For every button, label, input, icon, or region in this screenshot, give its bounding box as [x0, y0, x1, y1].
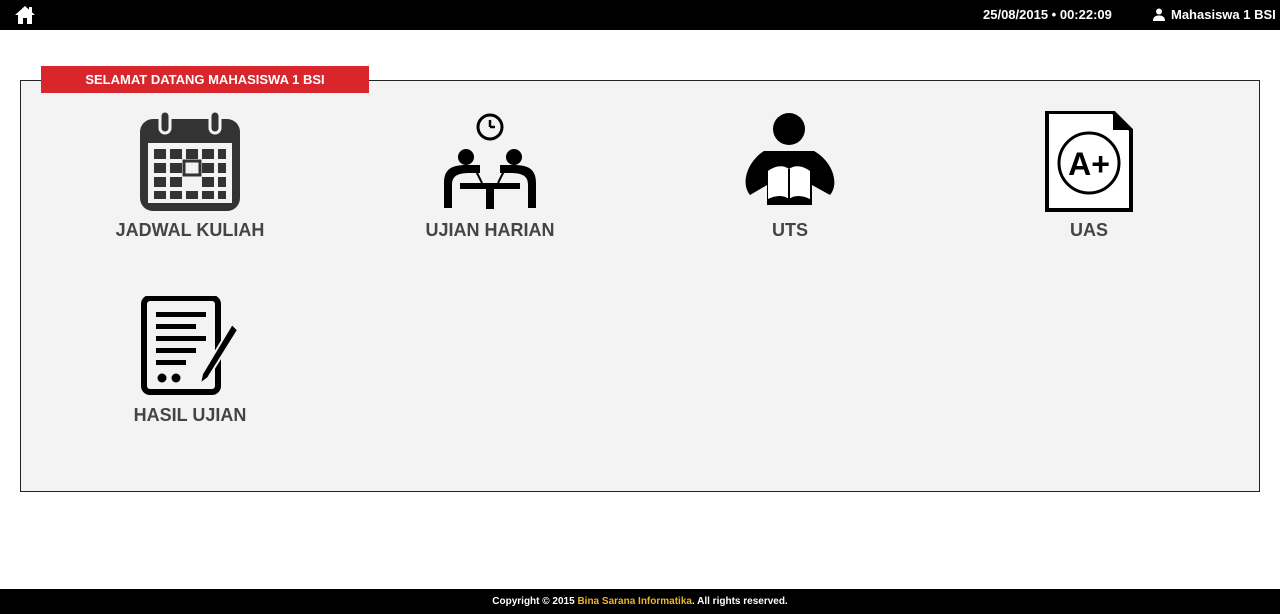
datetime-display: 25/08/2015 • 00:22:09: [983, 7, 1112, 22]
menu-item-hasil-ujian[interactable]: HASIL UJIAN: [90, 296, 290, 446]
grade-a-plus-icon: A+: [1045, 111, 1133, 212]
menu-item-ujian-harian[interactable]: UJIAN HARIAN: [390, 111, 590, 261]
user-menu[interactable]: Mahasiswa 1 BSI: [1151, 7, 1276, 23]
footer: Copyright © 2015 Bina Sarana Informatika…: [0, 589, 1280, 614]
reading-person-icon: [745, 113, 835, 205]
home-icon[interactable]: [14, 5, 36, 25]
user-name: Mahasiswa 1 BSI: [1171, 7, 1276, 22]
svg-text:A+: A+: [1068, 146, 1110, 182]
menu-item-jadwal-kuliah[interactable]: JADWAL KULIAH: [90, 111, 290, 261]
menu-label: UTS: [772, 220, 808, 240]
panel-title: SELAMAT DATANG MAHASISWA 1 BSI: [41, 66, 369, 93]
copyright-prefix: Copyright © 2015: [492, 596, 578, 607]
menu-label: UAS: [1069, 220, 1108, 240]
user-icon: [1153, 8, 1165, 21]
brand-link[interactable]: Bina Sarana Informatika: [577, 596, 691, 607]
copyright-suffix: . All rights reserved.: [691, 596, 788, 607]
menu-label: HASIL UJIAN: [133, 405, 247, 425]
menu-label: JADWAL KULIAH: [115, 220, 265, 240]
meeting-clock-icon: [444, 113, 536, 209]
document-pen-icon: [141, 296, 240, 395]
calendar-icon: [140, 111, 240, 211]
menu-item-uts[interactable]: UTS: [690, 111, 890, 261]
menu-item-uas[interactable]: A+ UAS: [989, 111, 1189, 261]
menu-label: UJIAN HARIAN: [425, 220, 555, 240]
top-bar: 25/08/2015 • 00:22:09 Mahasiswa 1 BSI: [0, 0, 1280, 30]
